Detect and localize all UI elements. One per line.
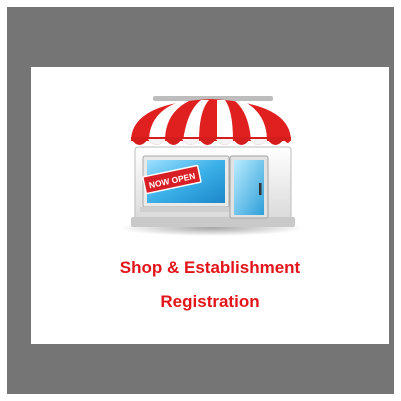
caption-line-2: Registration <box>160 292 260 311</box>
door-handle <box>259 183 262 195</box>
caption-line-1: Shop & Establishment <box>119 258 301 277</box>
awning <box>131 99 291 145</box>
image-frame: NOW OPEN Shop & Establishment Registrati… <box>0 0 401 401</box>
content-card: NOW OPEN Shop & Establishment Registrati… <box>31 67 389 344</box>
